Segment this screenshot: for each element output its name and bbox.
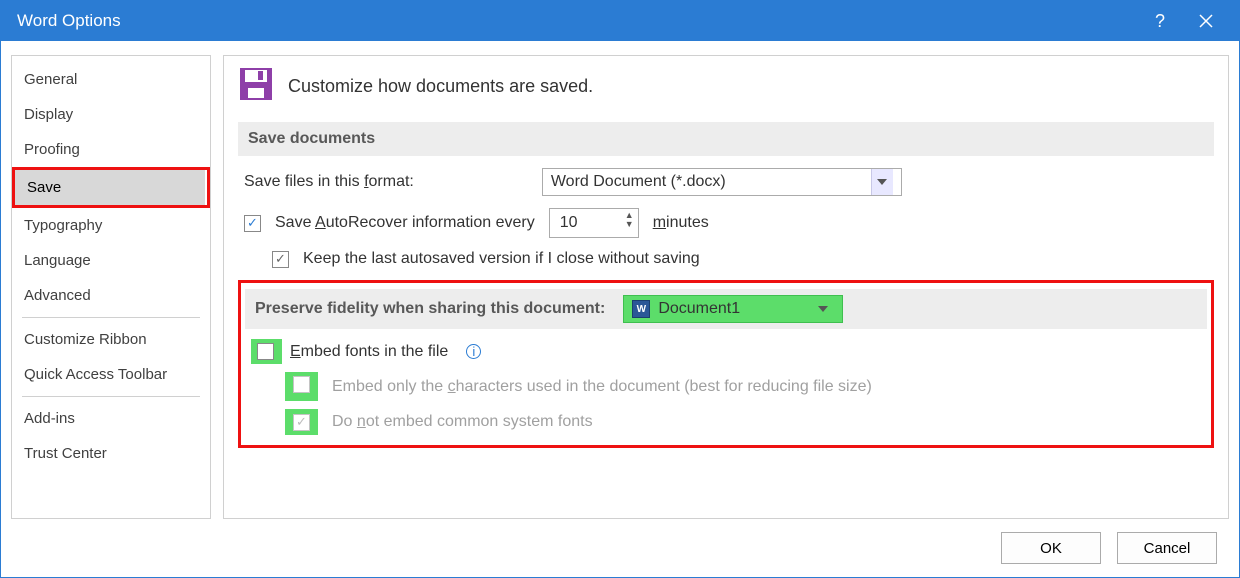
titlebar: Word Options ? (1, 1, 1239, 41)
save-format-label: Save files in this format: (244, 173, 414, 191)
word-options-dialog: Word Options ? General Display Proofing … (0, 0, 1240, 578)
sidebar-item-quick-access[interactable]: Quick Access Toolbar (12, 357, 210, 392)
highlight-marker (251, 339, 282, 364)
keep-last-autosaved-label: Keep the last autosaved version if I clo… (303, 250, 700, 268)
page-heading: Customize how documents are saved. (288, 76, 593, 97)
dialog-title: Word Options (11, 11, 1137, 31)
dialog-footer: OK Cancel (1, 519, 1239, 577)
help-button[interactable]: ? (1137, 1, 1183, 41)
embed-fonts-label: Embed fonts in the file (290, 343, 448, 361)
sidebar-item-general[interactable]: General (12, 62, 210, 97)
sidebar-item-language[interactable]: Language (12, 243, 210, 278)
save-format-combo[interactable]: Word Document (*.docx) (542, 168, 902, 196)
main-panel: Customize how documents are saved. Save … (223, 55, 1229, 519)
do-not-embed-system-checkbox (293, 414, 310, 431)
word-document-icon: W (632, 300, 650, 318)
autorecover-minutes-input[interactable]: 10 ▲▼ (549, 208, 639, 238)
sidebar-item-typography[interactable]: Typography (12, 208, 210, 243)
autorecover-minutes-value: 10 (560, 214, 578, 232)
embed-fonts-checkbox[interactable] (257, 343, 274, 360)
spinner-arrows-icon: ▲▼ (625, 211, 634, 229)
info-icon[interactable]: i (466, 344, 481, 359)
close-button[interactable] (1183, 1, 1229, 41)
fidelity-document-value: Document1 (658, 300, 740, 318)
minutes-label: minutes (653, 214, 709, 232)
autorecover-label: Save AutoRecover information every (275, 214, 535, 232)
cancel-button[interactable]: Cancel (1117, 532, 1217, 564)
sidebar-item-customize-ribbon[interactable]: Customize Ribbon (12, 322, 210, 357)
sidebar-item-addins[interactable]: Add-ins (12, 401, 210, 436)
save-format-value: Word Document (*.docx) (551, 173, 726, 191)
sidebar-separator (22, 317, 200, 318)
embed-only-used-label: Embed only the characters used in the do… (332, 378, 872, 396)
autorecover-checkbox[interactable] (244, 215, 261, 232)
keep-last-autosaved-checkbox[interactable] (272, 251, 289, 268)
sidebar-separator (22, 396, 200, 397)
chevron-down-icon (812, 296, 834, 322)
save-disk-icon (238, 66, 274, 106)
chevron-down-icon (871, 169, 893, 195)
embed-only-used-checkbox (293, 376, 310, 393)
category-sidebar: General Display Proofing Save Typography… (11, 55, 211, 519)
sidebar-item-proofing[interactable]: Proofing (12, 132, 210, 167)
sidebar-item-save[interactable]: Save (15, 170, 205, 205)
section-save-documents: Save documents (238, 122, 1214, 156)
sidebar-item-advanced[interactable]: Advanced (12, 278, 210, 313)
fidelity-document-combo[interactable]: W Document1 (623, 295, 843, 323)
highlighted-section: Preserve fidelity when sharing this docu… (238, 280, 1214, 448)
sidebar-item-trust-center[interactable]: Trust Center (12, 436, 210, 471)
sidebar-item-display[interactable]: Display (12, 97, 210, 132)
ok-button[interactable]: OK (1001, 532, 1101, 564)
preserve-fidelity-label: Preserve fidelity when sharing this docu… (255, 300, 605, 318)
do-not-embed-system-label: Do not embed common system fonts (332, 413, 593, 431)
